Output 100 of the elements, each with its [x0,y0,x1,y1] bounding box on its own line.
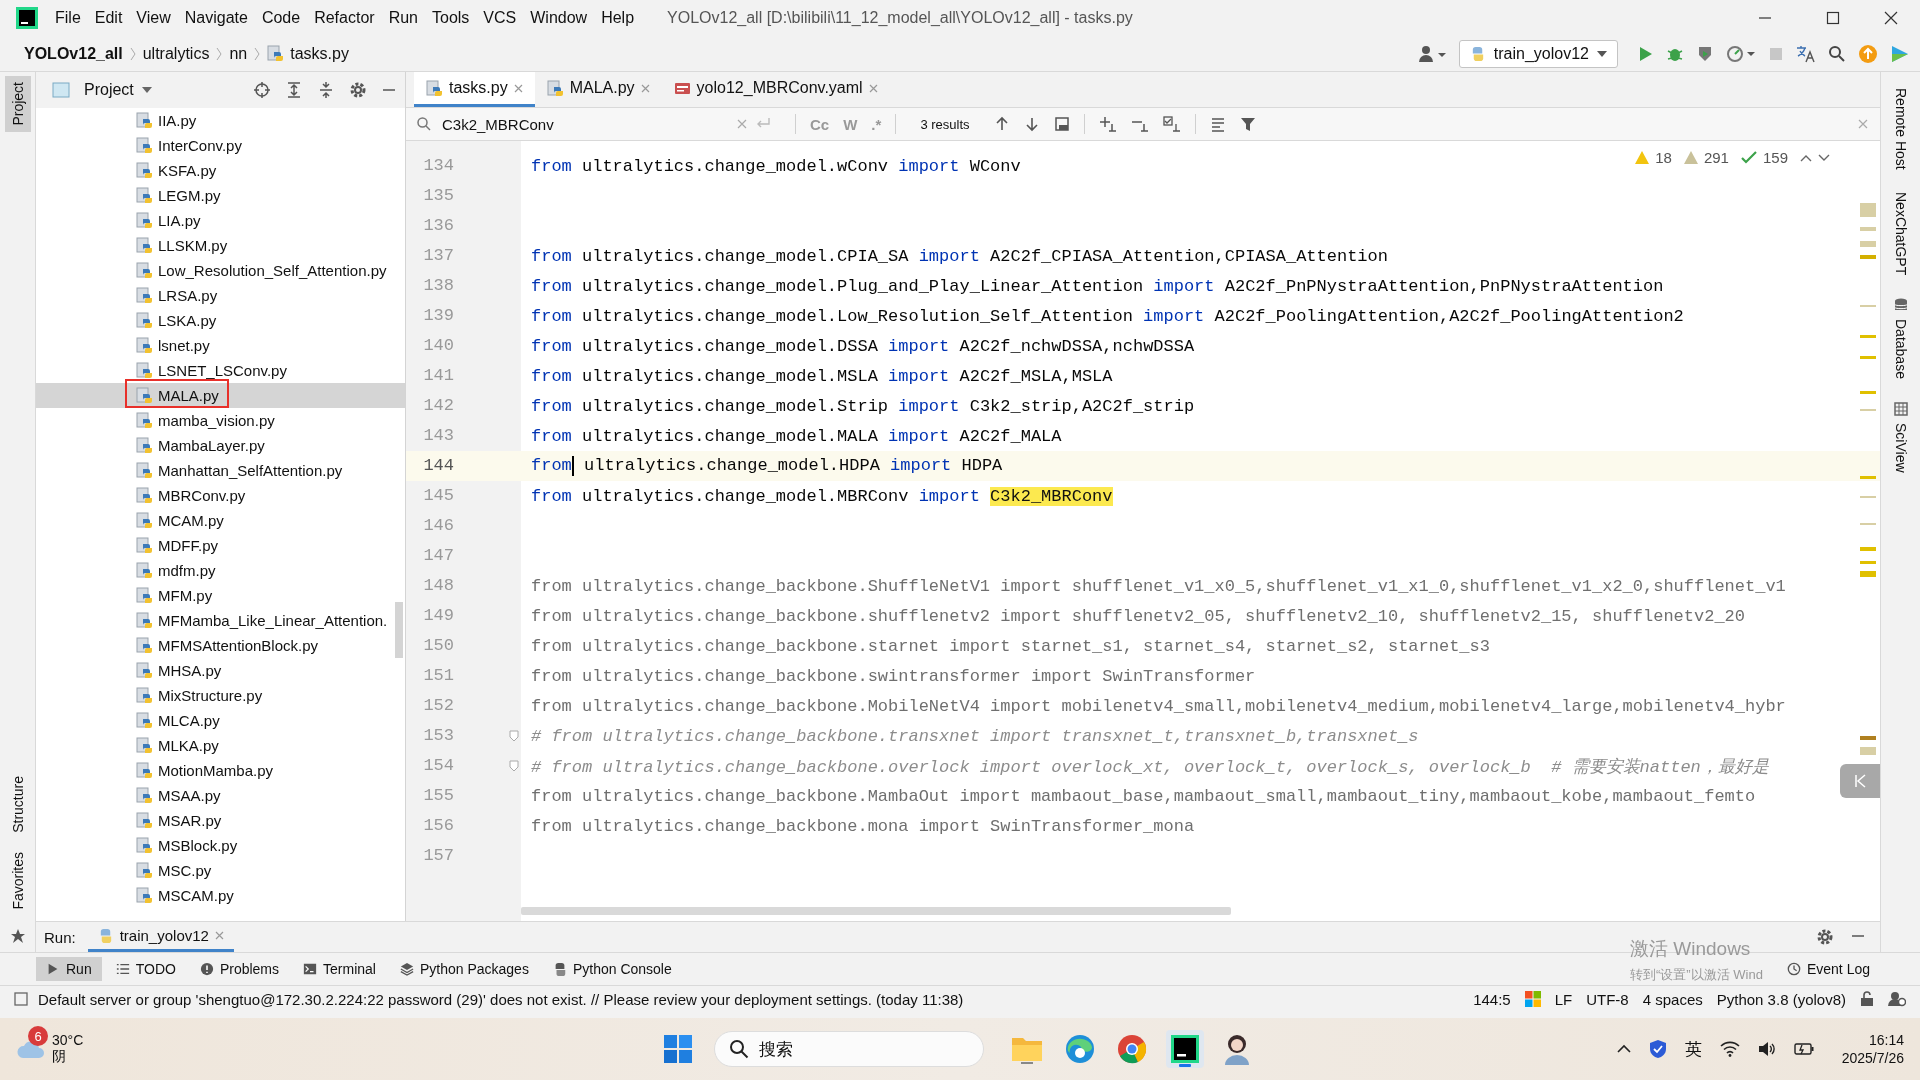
select-occurrences-icon[interactable] [1162,116,1181,132]
file-tree-item[interactable]: MSBlock.py [36,833,405,858]
start-icon[interactable] [662,1033,694,1065]
menu-item[interactable]: Code [254,9,308,27]
file-tree-item[interactable]: MALA.py [36,383,405,408]
search-icon[interactable] [1828,44,1846,63]
file-tree-item[interactable]: MFM.py [36,583,405,608]
browser-swirl-icon[interactable] [1064,1033,1096,1065]
panel-title-dropdown[interactable]: Project [84,81,134,99]
tool-window-tab[interactable]: Event Log [1776,957,1880,981]
file-tree-item[interactable]: mamba_vision.py [36,408,405,433]
file-tree-item[interactable]: MSC.py [36,858,405,883]
tool-window-tab[interactable]: Problems [189,957,290,981]
scrollbar-thumb[interactable] [521,907,1231,915]
settings-icon[interactable] [1816,928,1834,946]
person-app-icon[interactable] [1222,1033,1252,1065]
file-tree-item[interactable]: MFMamba_Like_Linear_Attention. [36,608,405,633]
status-item[interactable]: UTF-8 [1586,990,1629,1008]
ide-app-icon[interactable] [1166,1030,1204,1068]
translate-icon[interactable] [1796,44,1816,63]
taskbar-search-field[interactable]: 搜索 [714,1031,984,1067]
collapse-all-icon[interactable] [317,81,335,99]
maximize-icon[interactable] [1826,11,1840,25]
tool-window-tab[interactable]: NexChatGPT [1892,191,1909,275]
file-tree-item[interactable]: MDFF.py [36,533,405,558]
tool-window-tab[interactable]: Remote Host [1892,88,1909,170]
tool-window-tab[interactable]: Python Packages [389,957,539,981]
file-tree-item[interactable]: KSFA.py [36,158,405,183]
chevron-up-icon[interactable] [1800,153,1812,162]
menu-item[interactable]: Navigate [177,9,255,27]
file-tree-item[interactable]: MLCA.py [36,708,405,733]
breadcrumb[interactable]: nn [229,44,248,63]
toolbox-icon[interactable] [1890,43,1910,64]
file-tree-item[interactable]: LRSA.py [36,283,405,308]
weak-warning-count[interactable]: 291 [1703,149,1729,166]
file-tree-item[interactable]: MSAA.py [36,783,405,808]
tool-window-tab[interactable]: Run [36,957,102,981]
file-tree-item[interactable]: LSKA.py [36,308,405,333]
editor-tab[interactable]: MALA.py [534,72,662,107]
chevron-up-icon[interactable] [1616,1044,1631,1054]
editor-tab[interactable]: tasks.py [414,72,535,107]
file-tree-item[interactable]: LEGM.py [36,183,405,208]
file-tree-item[interactable]: MHSA.py [36,658,405,683]
select-all-icon[interactable] [1053,116,1070,132]
file-tree-item[interactable]: Manhattan_SelfAttention.py [36,458,405,483]
battery-icon[interactable] [1793,1042,1814,1056]
tool-window-tab[interactable]: Favorites [4,846,31,916]
status-toggle-icon[interactable] [14,992,28,1006]
volume-icon[interactable] [1757,1041,1776,1057]
file-tree-item[interactable]: LIA.py [36,208,405,233]
shield-run-icon[interactable] [1696,44,1714,63]
caret-position[interactable]: 144:5 [1473,990,1511,1008]
file-tree-item[interactable]: IIA.py [36,108,405,133]
menu-item[interactable]: Run [381,9,425,27]
file-tree-item[interactable]: MCAM.py [36,508,405,533]
menu-item[interactable]: Help [594,9,642,27]
menu-item[interactable]: VCS [476,9,524,27]
chevron-down-icon[interactable] [1818,153,1830,162]
tool-window-tab[interactable]: Terminal [293,957,386,981]
typo-count[interactable]: 159 [1762,149,1788,166]
caret-icon[interactable] [141,86,152,94]
tool-window-tab[interactable]: TODO [105,957,186,981]
file-tree-item[interactable]: Low_Resolution_Self_Attention.py [36,258,405,283]
update-icon[interactable] [1858,43,1878,64]
file-tree-item[interactable]: lsnet.py [36,333,405,358]
gear-person-icon[interactable] [1888,991,1906,1007]
file-tree-item[interactable]: MixStructure.py [36,683,405,708]
filter-icon[interactable] [1239,116,1256,132]
search-field[interactable]: C3k2_MBRConv [440,114,729,134]
menu-item[interactable]: Refactor [307,9,382,27]
file-tree-item[interactable]: MBRConv.py [36,483,405,508]
file-tree-item[interactable]: LSNET_LSConv.py [36,358,405,383]
target-icon[interactable] [253,81,271,99]
file-tree-item[interactable]: LLSKM.py [36,233,405,258]
settings-icon[interactable] [349,81,367,99]
gauge-icon[interactable] [1726,44,1756,63]
file-tree-item[interactable]: MambaLayer.py [36,433,405,458]
browser-circle-icon[interactable] [1116,1033,1148,1065]
filter-lines-icon[interactable] [1209,116,1226,132]
file-tree-item[interactable]: MFMSAttentionBlock.py [36,633,405,658]
file-tree-item[interactable]: InterConv.py [36,133,405,158]
warning-count[interactable]: 18 [1655,149,1672,166]
add-occurrence-icon[interactable] [1098,116,1117,132]
file-tree-item[interactable]: MLKA.py [36,733,405,758]
file-tree-item[interactable]: MSAR.py [36,808,405,833]
breadcrumb[interactable]: tasks.py [290,44,349,63]
menu-item[interactable]: Tools [425,9,477,27]
menu-item[interactable]: Edit [87,9,130,27]
clear-icon[interactable] [737,119,747,129]
tool-window-tab[interactable]: SciView [1892,400,1909,473]
fold-icon[interactable] [509,730,519,742]
close-icon[interactable] [1884,11,1898,25]
user-icon[interactable] [1416,43,1447,64]
star-icon[interactable] [9,928,26,944]
input-language[interactable]: 英 [1684,1037,1702,1061]
tool-window-tab[interactable]: Python Console [542,957,682,981]
status-item[interactable]: 4 spaces [1642,990,1703,1008]
file-tree-item[interactable]: MotionMamba.py [36,758,405,783]
menu-item[interactable]: View [129,9,178,27]
editor-tab[interactable]: yolo12_MBRConv.yaml [661,72,890,107]
